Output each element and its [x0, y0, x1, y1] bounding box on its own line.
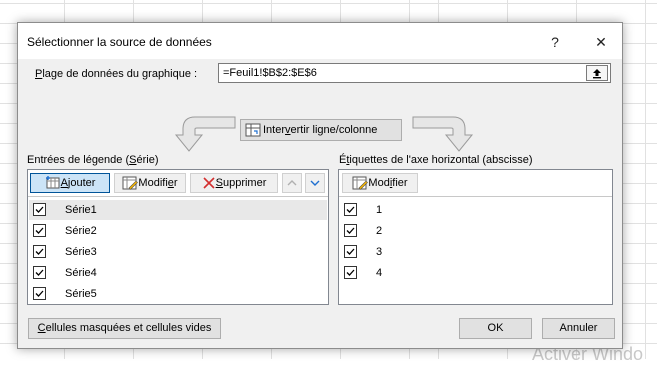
list-item[interactable]: 3 — [340, 242, 611, 262]
list-item[interactable]: Série5 — [29, 284, 327, 304]
legend-entries-panel: Ajouter Modifier Supprimer Série1 Série2… — [27, 169, 329, 305]
checkbox[interactable] — [33, 287, 46, 300]
select-data-source-dialog: Sélectionner la source de données ? ✕ Pl… — [17, 22, 623, 349]
switch-row-column-button[interactable]: Intervertir ligne/colonne — [240, 119, 402, 141]
collapse-range-button[interactable] — [586, 65, 608, 81]
move-up-button[interactable] — [282, 173, 302, 193]
checkbox[interactable] — [344, 203, 357, 216]
collapse-range-icon — [587, 66, 607, 80]
help-button[interactable]: ? — [535, 29, 575, 55]
move-down-button[interactable] — [305, 173, 325, 193]
list-item[interactable]: Série4 — [29, 263, 327, 283]
right-curved-arrow-icon — [411, 111, 475, 153]
edit-icon — [352, 176, 369, 191]
axis-toolbar: Modifier — [339, 170, 612, 197]
checkbox[interactable] — [344, 266, 357, 279]
checkbox[interactable] — [33, 224, 46, 237]
edit-axis-labels-button[interactable]: Modifier — [342, 173, 418, 193]
axis-label: 4 — [376, 267, 383, 279]
axis-labels-label: Étiquettes de l'axe horizontal (abscisse… — [339, 154, 533, 166]
checkbox[interactable] — [33, 245, 46, 258]
dialog-title: Sélectionner la source de données — [27, 35, 212, 49]
chart-range-input[interactable]: =Feuil1!$B$2:$E$6 — [218, 63, 611, 83]
chevron-up-icon — [283, 174, 301, 192]
ok-button[interactable]: OK — [459, 318, 532, 339]
cancel-button[interactable]: Annuler — [542, 318, 615, 339]
axis-label: 3 — [376, 246, 383, 258]
chevron-down-icon — [306, 174, 324, 192]
add-table-icon — [45, 176, 61, 190]
legend-toolbar: Ajouter Modifier Supprimer — [28, 170, 328, 197]
checkbox[interactable] — [33, 266, 46, 279]
range-label: Plage de données du graphique : — [35, 68, 198, 80]
list-item[interactable]: 1 — [340, 200, 611, 220]
list-item[interactable]: 2 — [340, 221, 611, 241]
list-item[interactable]: Série3 — [29, 242, 327, 262]
list-item[interactable]: Série2 — [29, 221, 327, 241]
axis-label: 1 — [376, 204, 383, 216]
legend-entries-label: Entrées de légende (Série) — [27, 154, 159, 166]
series-label: Série2 — [65, 225, 97, 237]
series-label: Série5 — [65, 288, 97, 300]
axis-label: 2 — [376, 225, 383, 237]
delete-series-button[interactable]: Supprimer — [190, 173, 278, 193]
hidden-empty-cells-button[interactable]: Cellules masquées et cellules vides — [28, 318, 221, 339]
axis-labels-panel: Modifier 1 2 3 4 — [338, 169, 613, 305]
series-label: Série1 — [65, 204, 97, 216]
close-button[interactable]: ✕ — [581, 29, 621, 55]
list-item[interactable]: Série1 — [29, 200, 327, 220]
left-curved-arrow-icon — [173, 111, 237, 153]
checkbox[interactable] — [344, 224, 357, 237]
edit-series-button[interactable]: Modifier — [114, 173, 186, 193]
switch-row-column-icon — [245, 123, 261, 137]
checkbox[interactable] — [33, 203, 46, 216]
edit-icon — [122, 176, 139, 191]
dialog-titlebar: Sélectionner la source de données ? ✕ — [18, 23, 622, 59]
add-series-button[interactable]: Ajouter — [30, 173, 110, 193]
list-item[interactable]: 4 — [340, 263, 611, 283]
checkbox[interactable] — [344, 245, 357, 258]
series-label: Série3 — [65, 246, 97, 258]
series-label: Série4 — [65, 267, 97, 279]
delete-x-icon — [202, 176, 216, 190]
